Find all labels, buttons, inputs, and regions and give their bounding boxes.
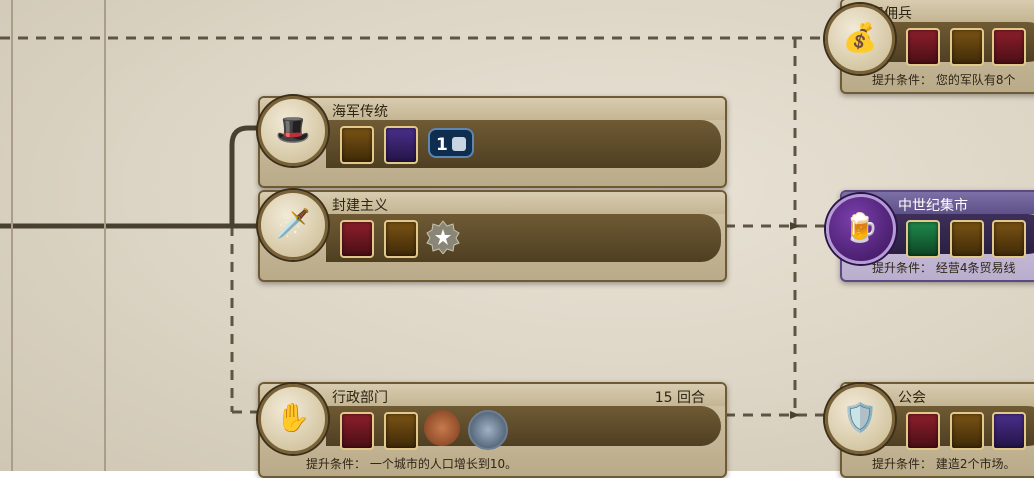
diplomatic-slot [992, 412, 1026, 450]
gold-and-sword-icon: 🗡️ [275, 207, 311, 240]
card-feudalism[interactable]: 封建主义 [258, 190, 727, 282]
card-civil-service[interactable]: 行政部门 15 回合 提升条件： 一个城市的人口增长到10。 [258, 382, 727, 478]
card-title: 公会 [898, 390, 926, 406]
civil-service-portrait[interactable]: ✋ [258, 384, 328, 454]
diplomatic-slot [384, 126, 418, 164]
military-slot [340, 412, 374, 450]
unlock-count-badge[interactable]: 1 [428, 128, 474, 158]
card-title: 行政部门 [332, 390, 388, 406]
mug-and-meat-icon: 🍺 [843, 211, 879, 244]
requirement-text: 提升条件： 经营4条贸易线 [872, 261, 1016, 275]
star-icon[interactable] [426, 220, 460, 254]
economic-slot [340, 126, 374, 164]
card-naval-tradition[interactable]: 海军传统 1 [258, 96, 727, 188]
building-icon [452, 137, 466, 151]
economic-slot [384, 412, 418, 450]
economic-slot [950, 28, 984, 66]
medieval-faires-portrait[interactable]: 🍺 [826, 194, 896, 264]
card-title: 封建主义 [332, 198, 388, 214]
sack-helmet-icon: 💰 [842, 21, 878, 54]
card-title: 中世纪集市 [898, 198, 968, 214]
district-unlock-icon[interactable] [468, 410, 508, 450]
feudalism-portrait[interactable]: 🗡️ [258, 190, 328, 260]
requirement-text: 提升条件： 建造2个市场。 [872, 457, 1016, 471]
card-title: 海军传统 [332, 104, 388, 120]
economic-slot [384, 220, 418, 258]
military-slot [340, 220, 374, 258]
requirement-text: 提升条件： 您的军队有8个 [872, 73, 1016, 87]
captain-hat-icon: 🎩 [275, 113, 311, 146]
mercenaries-portrait[interactable]: 💰 [825, 4, 895, 74]
economic-slot [950, 220, 984, 258]
guild-shield-icon: 🛡️ [842, 401, 878, 434]
hand-icon: ✋ [275, 401, 311, 434]
requirement-text: 提升条件： 一个城市的人口增长到10。 [306, 457, 518, 471]
turns-remaining: 15 回合 [654, 390, 705, 406]
economic-slot [992, 220, 1026, 258]
wildcard-slot [906, 220, 940, 258]
arrow-head [790, 411, 800, 419]
military-slot [906, 412, 940, 450]
building-unlock-icon[interactable] [424, 410, 460, 446]
naval-tradition-portrait[interactable]: 🎩 [258, 96, 328, 166]
economic-slot [950, 412, 984, 450]
guilds-portrait[interactable]: 🛡️ [825, 384, 895, 454]
military-slot [906, 28, 940, 66]
military-slot [992, 28, 1026, 66]
